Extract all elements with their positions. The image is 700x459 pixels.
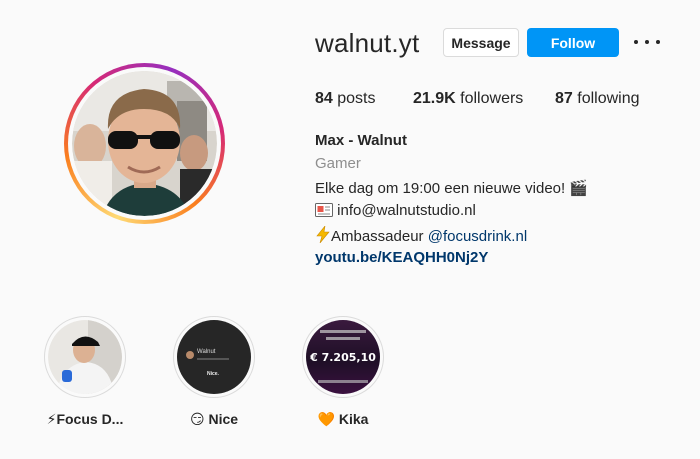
posts-count: 84 [315, 90, 333, 107]
bio-mention-link[interactable]: @focusdrink.nl [428, 228, 527, 245]
stat-followers[interactable]: 21.9K followers [413, 90, 523, 108]
profile-avatar-border [68, 67, 221, 220]
message-button[interactable]: Message [443, 28, 519, 57]
highlight-cover-ring: € 7.205,10 [302, 316, 384, 398]
highlight-cover-ring: Walnut Nice. [173, 316, 255, 398]
bio-external-link[interactable]: youtu.be/KEAQHH0Nj2Y [315, 249, 488, 266]
highlight-cover-kika: € 7.205,10 [306, 320, 380, 394]
following-label: following [577, 90, 640, 107]
highlight-kika[interactable]: € 7.205,10 🧡 Kika [301, 316, 385, 428]
email-card-icon [315, 203, 333, 217]
follow-button[interactable]: Follow [527, 28, 619, 57]
stat-posts: 84 posts [315, 90, 376, 108]
followers-label: followers [460, 90, 524, 107]
profile-avatar-ring[interactable] [64, 63, 225, 224]
highlight-label: ⚡Focus D... [46, 411, 124, 427]
highlight-nice-account: Walnut [197, 349, 216, 355]
bio-full-name: Max - Walnut [315, 132, 407, 149]
posts-label: posts [337, 90, 376, 107]
profile-username: walnut.yt [315, 28, 420, 58]
highlight-label: 🧡 Kika [317, 411, 369, 427]
highlight-nice[interactable]: Walnut Nice. 😏 Nice [172, 316, 256, 428]
highlight-kika-amount: € 7.205,10 [310, 351, 376, 364]
stat-following[interactable]: 87 following [555, 90, 640, 108]
lightning-icon [316, 226, 330, 243]
highlight-focus[interactable]: ⚡Focus D... [43, 316, 127, 428]
bio-line-ambassador: Ambassadeur @focusdrink.nl [315, 226, 527, 245]
profile-avatar [72, 71, 217, 216]
highlight-cover-ring [44, 316, 126, 398]
bio-category: Gamer [315, 155, 361, 172]
bio-ambassador-text: Ambassadeur [331, 228, 428, 245]
highlight-nice-text: Nice. [207, 371, 219, 377]
bio-line-upload-schedule: Elke dag om 19:00 een nieuwe video! 🎬 [315, 180, 589, 197]
highlight-label: 😏 Nice [189, 411, 239, 427]
more-options-icon[interactable] [634, 32, 660, 52]
followers-count: 21.9K [413, 90, 456, 107]
bio-line-email: info@walnutstudio.nl [315, 202, 476, 219]
highlight-cover-nice: Walnut Nice. [177, 320, 251, 394]
highlight-cover-focus [48, 320, 122, 394]
following-count: 87 [555, 90, 573, 107]
bio-email: info@walnutstudio.nl [337, 202, 476, 219]
